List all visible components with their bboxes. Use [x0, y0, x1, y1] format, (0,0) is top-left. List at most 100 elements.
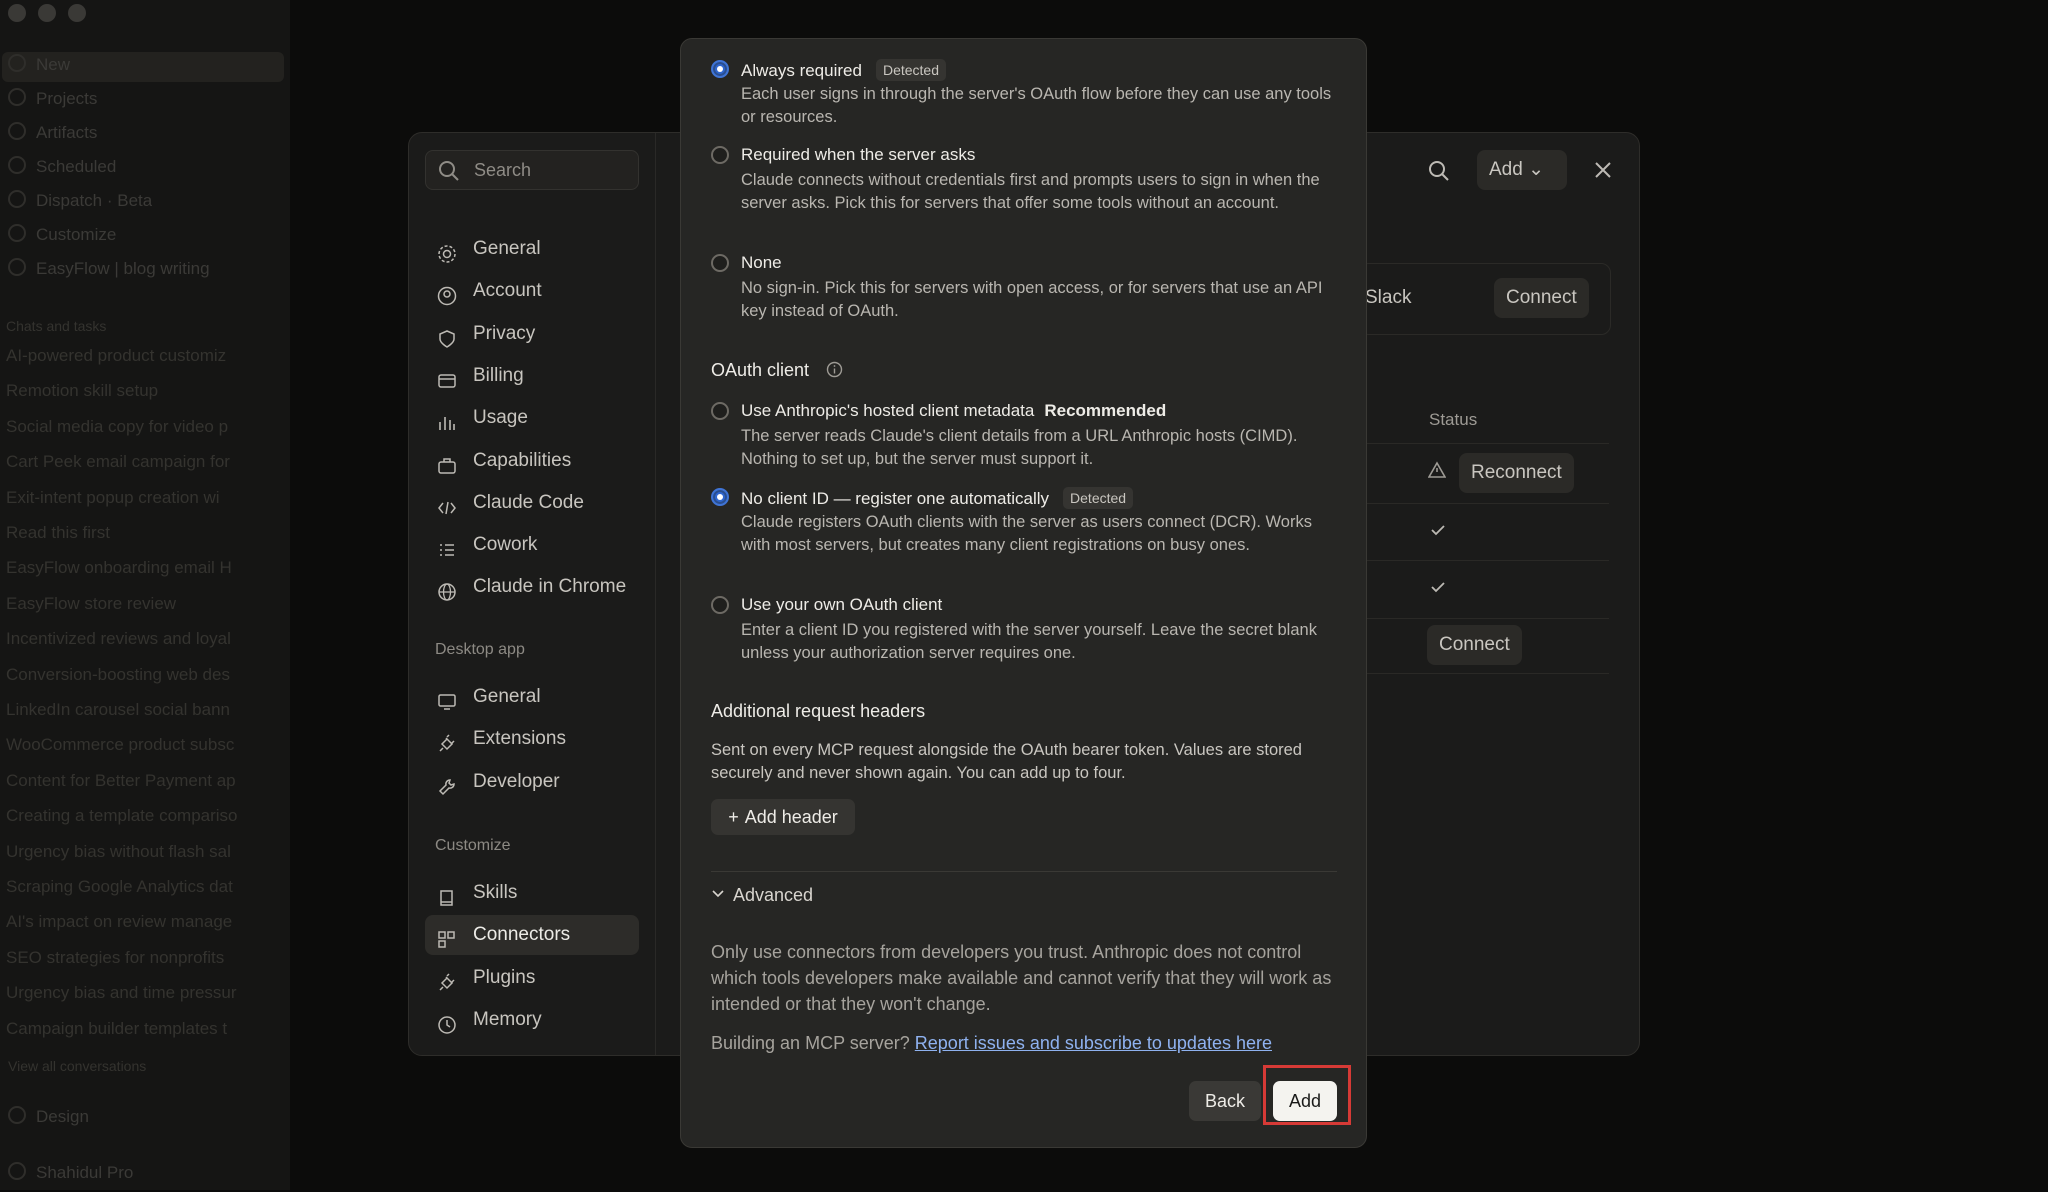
- nav-label: Skills: [473, 882, 518, 903]
- client-own-radio[interactable]: [711, 596, 729, 614]
- divider: [1359, 673, 1609, 674]
- detected-badge: Detected: [875, 59, 946, 81]
- window-controls: [8, 4, 86, 22]
- sidebar-row[interactable]: Dispatch · Beta: [0, 190, 152, 220]
- advanced-toggle[interactable]: Advanced: [711, 885, 813, 906]
- nav-item-desktop-extensions[interactable]: Extensions: [425, 719, 639, 759]
- nav-label: Plugins: [473, 966, 536, 988]
- chat-item[interactable]: WooCommerce product subsc: [6, 735, 234, 765]
- chat-item[interactable]: Cart Peek email campaign for: [6, 452, 230, 482]
- nav-item-general[interactable]: General: [425, 229, 639, 269]
- warning-icon: [1428, 461, 1446, 478]
- monitor-icon: [437, 687, 457, 710]
- nav-label: Claude in Chrome: [473, 576, 627, 598]
- reconnect-button[interactable]: Reconnect: [1459, 453, 1574, 493]
- status-column-header: Status: [1429, 410, 1478, 429]
- chat-item[interactable]: AI-powered product customiz: [6, 346, 226, 376]
- search-placeholder: Search: [474, 160, 532, 180]
- nav-item-desktop-general[interactable]: General: [425, 677, 639, 717]
- code-icon: [437, 493, 457, 514]
- nav-item-claude-code[interactable]: Claude Code: [425, 483, 639, 523]
- report-issues-link[interactable]: Report issues and subscribe to updates h…: [915, 1033, 1272, 1053]
- history-icon: [437, 1010, 457, 1034]
- info-icon[interactable]: [826, 361, 843, 378]
- chevron-down-icon: ⌄: [1528, 159, 1545, 180]
- sidebar-row[interactable]: EasyFlow | blog writing: [0, 258, 210, 288]
- desktop-section-label: Desktop app: [435, 641, 525, 658]
- check-icon: [1431, 582, 1445, 593]
- customize-section-label: Customize: [435, 837, 511, 854]
- view-all-link[interactable]: View all conversations: [8, 1058, 146, 1088]
- client-cimd-radio[interactable]: [711, 402, 729, 420]
- sidebar-row[interactable]: Projects: [0, 88, 97, 118]
- nav-label: Connectors: [473, 924, 571, 946]
- nav-item-desktop-developer[interactable]: Developer: [425, 762, 639, 802]
- connect-button[interactable]: Connect: [1427, 625, 1522, 665]
- nav-item-billing[interactable]: Billing: [425, 356, 639, 396]
- search-icon[interactable]: [1427, 159, 1451, 183]
- nav-label: Developer: [473, 770, 560, 792]
- nav-item-privacy[interactable]: Privacy: [425, 314, 639, 354]
- chat-item[interactable]: EasyFlow store review: [6, 594, 176, 624]
- nav-item-plugins[interactable]: Plugins: [425, 958, 639, 998]
- nav-item-skills[interactable]: Skills: [425, 873, 639, 913]
- sidebar-row[interactable]: Artifacts: [0, 122, 97, 152]
- nav-label: Usage: [473, 407, 528, 429]
- recommended-tag: Recommended: [1044, 401, 1167, 420]
- sidebar-row[interactable]: New: [0, 54, 70, 84]
- chat-item[interactable]: Creating a template compariso: [6, 806, 238, 836]
- close-icon[interactable]: [1593, 160, 1613, 180]
- nav-item-account[interactable]: Account: [425, 271, 639, 311]
- auth-none-radio[interactable]: [711, 254, 729, 272]
- nav-item-usage[interactable]: Usage: [425, 398, 639, 438]
- sidebar-row[interactable]: Scheduled: [0, 156, 116, 186]
- plug-icon: [437, 968, 457, 991]
- plus-icon: +: [728, 807, 739, 827]
- grid-icon: [437, 925, 457, 949]
- chat-item[interactable]: EasyFlow onboarding email H: [6, 558, 232, 588]
- chat-item[interactable]: Social media copy for video p: [6, 417, 228, 447]
- auth-when-asked-radio[interactable]: [711, 146, 729, 164]
- chat-item[interactable]: Urgency bias without flash sal: [6, 842, 231, 872]
- add-dropdown-button[interactable]: Add ⌄: [1477, 150, 1567, 190]
- chat-item[interactable]: Incentivized reviews and loyal: [6, 629, 231, 659]
- auth-option-desc: Claude connects without credentials firs…: [741, 171, 1320, 212]
- sidebar-row[interactable]: Customize: [0, 224, 116, 254]
- bars-icon: [437, 408, 457, 431]
- briefcase-icon: [437, 451, 457, 474]
- add-button[interactable]: Add: [1273, 1081, 1337, 1121]
- nav-item-cowork[interactable]: Cowork: [425, 525, 639, 565]
- back-button[interactable]: Back: [1189, 1081, 1261, 1121]
- chat-item[interactable]: Remotion skill setup: [6, 381, 158, 411]
- chat-item[interactable]: Content for Better Payment ap: [6, 771, 236, 801]
- shield-icon: [437, 324, 457, 348]
- check-icon: [1431, 525, 1445, 536]
- user-row[interactable]: Shahidul Pro: [0, 1162, 133, 1192]
- chat-item[interactable]: Conversion-boosting web des: [6, 665, 230, 695]
- client-option-title: Use Anthropic's hosted client metadata Re…: [741, 401, 1167, 420]
- slack-connect-button[interactable]: Connect: [1494, 278, 1589, 318]
- nav-item-memory[interactable]: Memory: [425, 1000, 639, 1040]
- plug-icon: [437, 729, 457, 752]
- nav-label: Cowork: [473, 534, 538, 556]
- chat-item[interactable]: Exit-intent popup creation wi: [6, 488, 220, 518]
- chat-item[interactable]: Campaign builder templates t: [6, 1019, 227, 1049]
- chat-item[interactable]: Read this first: [6, 523, 110, 553]
- auth-always-radio[interactable]: [711, 60, 729, 78]
- add-header-button[interactable]: + Add header: [711, 799, 855, 835]
- chat-item[interactable]: AI's impact on review manage: [6, 912, 232, 942]
- settings-search-input[interactable]: Search: [425, 150, 639, 190]
- nav-item-connectors[interactable]: Connectors: [425, 915, 639, 956]
- client-dcr-radio[interactable]: [711, 488, 729, 506]
- chat-item[interactable]: SEO strategies for nonprofits: [6, 948, 224, 978]
- nav-item-capabilities[interactable]: Capabilities: [425, 441, 639, 481]
- settings-nav: Search General Account Privacy Billing Usage…: [409, 133, 656, 1055]
- chevron-down-icon: [712, 890, 724, 898]
- gear-icon: [437, 239, 457, 263]
- sidebar-row[interactable]: Design: [0, 1106, 89, 1136]
- nav-item-claude-in-chrome[interactable]: Claude in Chrome: [425, 567, 639, 607]
- chat-item[interactable]: Urgency bias and time pressur: [6, 983, 237, 1013]
- chat-item[interactable]: LinkedIn carousel social bann: [6, 700, 230, 730]
- chat-item[interactable]: Scraping Google Analytics dat: [6, 877, 233, 907]
- divider: [1359, 618, 1609, 619]
